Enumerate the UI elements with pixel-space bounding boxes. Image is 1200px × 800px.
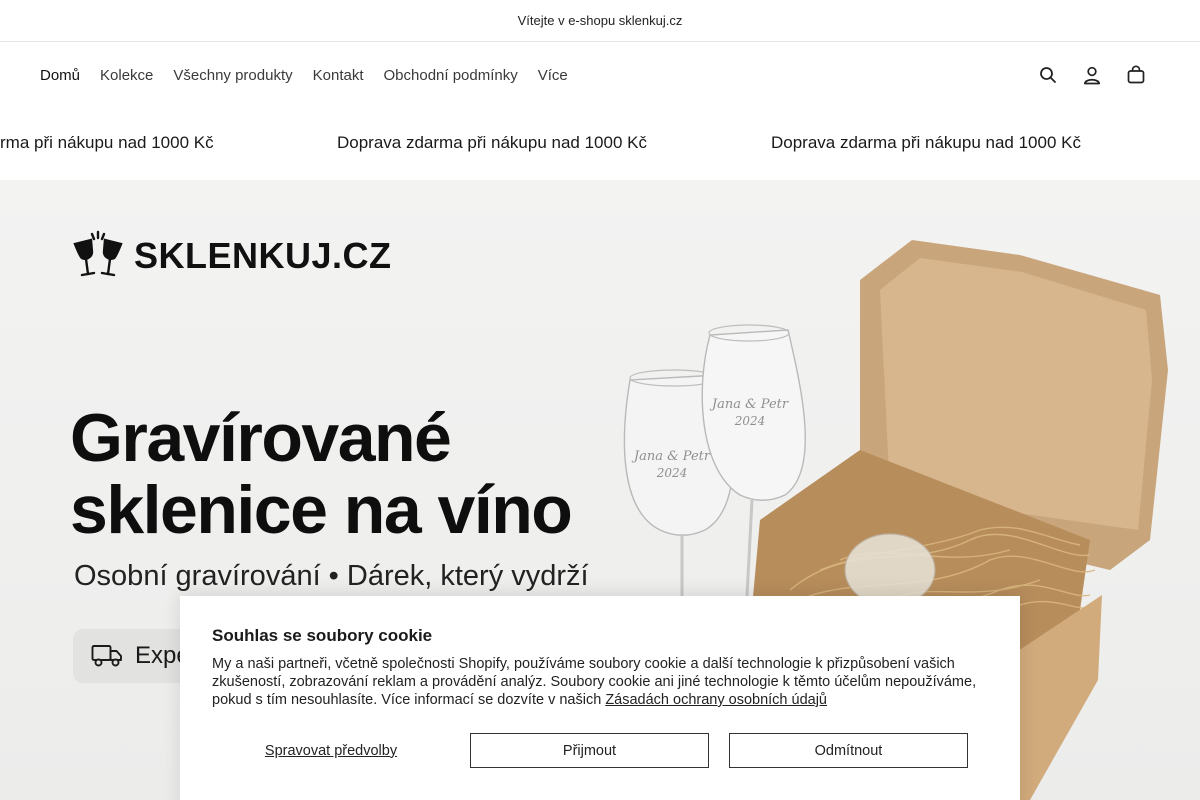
decline-button[interactable]: Odmítnout	[729, 733, 968, 768]
marquee-text: Doprava zdarma při nákupu nad 1000 Kč	[771, 133, 1081, 152]
hero-title-line1: Gravírované	[70, 400, 452, 476]
clinking-glasses-icon	[73, 230, 123, 277]
announcement-text: Vítejte v e-shopu sklenkuj.cz	[517, 13, 683, 28]
cookie-body: My a naši partneři, včetně společnosti S…	[212, 655, 992, 709]
privacy-policy-link[interactable]: Zásadách ochrany osobních údajů	[605, 692, 827, 708]
search-icon[interactable]	[1036, 63, 1060, 87]
engraving-year: 2024	[734, 414, 766, 428]
cart-icon[interactable]	[1124, 63, 1148, 87]
cookie-body-text: My a naši partneři, včetně společnosti S…	[212, 656, 977, 708]
nav-all-products[interactable]: Všechny produkty	[173, 67, 292, 84]
cookie-actions: Spravovat předvolby Přijmout Odmítnout	[212, 733, 968, 768]
engraving-text: Jana & Petr	[709, 397, 789, 412]
engraving-text: Jana & Petr	[631, 449, 711, 464]
brand-logo[interactable]: SKLENKUJ.CZ	[72, 230, 392, 282]
announcement-bar: Vítejte v e-shopu sklenkuj.cz	[0, 0, 1200, 42]
logo-text: SKLENKUJ.CZ	[134, 235, 392, 276]
cookie-title: Souhlas se soubory cookie	[212, 626, 433, 645]
site-header: Domů Kolekce Všechny produkty Kontakt Ob…	[0, 42, 1200, 108]
nav-collections[interactable]: Kolekce	[100, 67, 153, 84]
shipping-marquee: rma při nákupu nad 1000 Kč Doprava zdarm…	[0, 108, 1200, 180]
manage-preferences-link[interactable]: Spravovat předvolby	[212, 743, 450, 759]
nav-home[interactable]: Domů	[40, 67, 80, 84]
account-icon[interactable]	[1080, 63, 1104, 87]
nav-terms[interactable]: Obchodní podmínky	[384, 67, 518, 84]
main-nav: Domů Kolekce Všechny produkty Kontakt Ob…	[40, 67, 568, 84]
accept-button[interactable]: Přijmout	[470, 733, 709, 768]
hero-subtitle: Osobní gravírování • Dárek, který vydrží	[74, 560, 589, 592]
marquee-text-partial: rma při nákupu nad 1000 Kč	[0, 133, 214, 152]
engraving-year: 2024	[656, 466, 688, 480]
hero-title-line2: sklenice na víno	[70, 472, 573, 548]
marquee-text: Doprava zdarma při nákupu nad 1000 Kč	[337, 133, 647, 152]
header-icons	[1036, 63, 1148, 87]
cookie-consent-dialog: Souhlas se soubory cookie My a naši part…	[180, 596, 1020, 800]
truck-icon	[91, 645, 122, 667]
nav-contact[interactable]: Kontakt	[313, 67, 364, 84]
hero-title: Gravírované sklenice na víno	[70, 402, 630, 546]
nav-more[interactable]: Více	[538, 67, 568, 84]
